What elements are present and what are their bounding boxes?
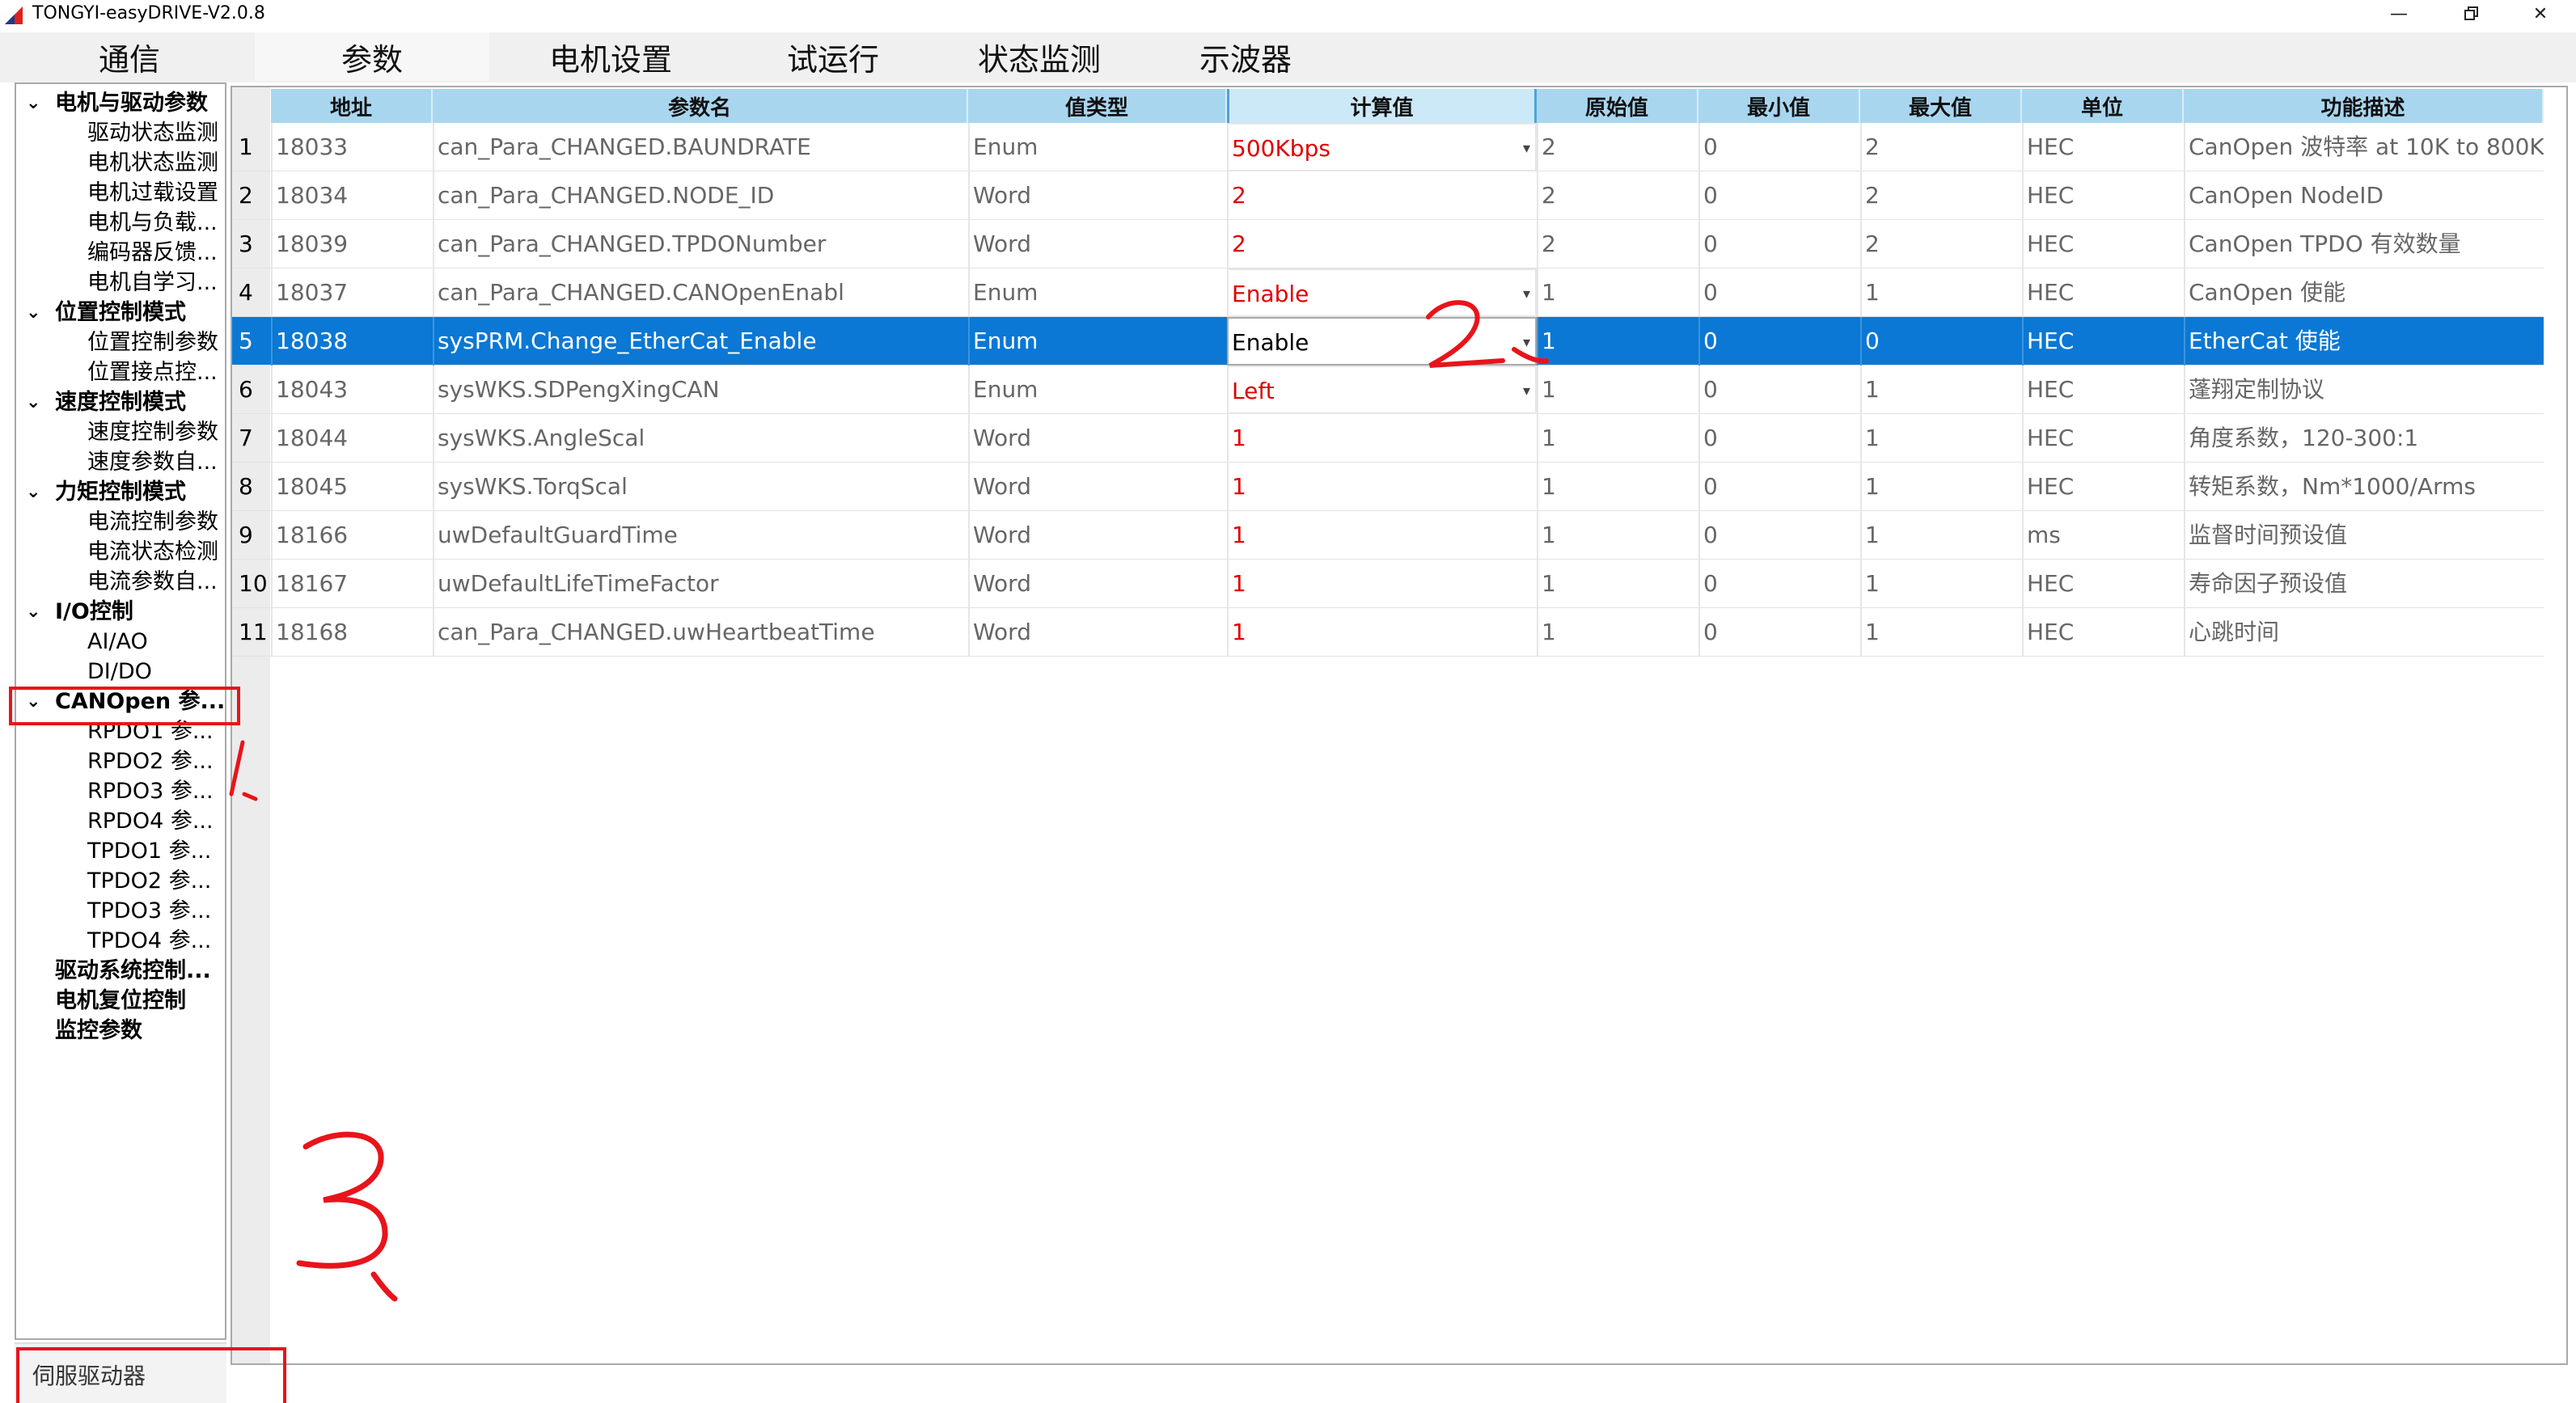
annotation-overlay bbox=[9, 300, 1549, 1403]
annotation-mark-2 bbox=[1426, 300, 1549, 368]
annotation-mark-1 bbox=[229, 740, 258, 801]
device-highlight-box bbox=[16, 1347, 286, 1403]
canopen-highlight-box bbox=[9, 687, 240, 725]
annotation-mark-3 bbox=[296, 1131, 398, 1302]
